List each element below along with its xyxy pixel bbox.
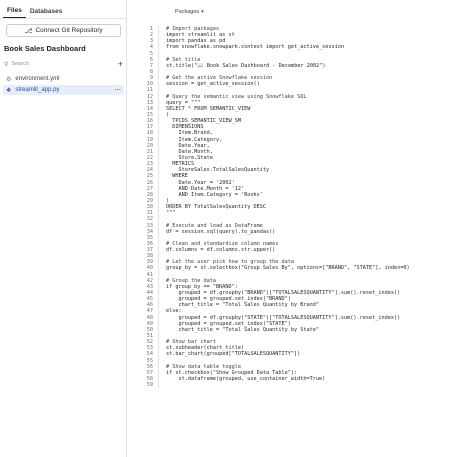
file-icon: ⚙ bbox=[6, 76, 12, 83]
file-search[interactable]: ⚲ Search + bbox=[4, 59, 123, 69]
search-input[interactable]: Search bbox=[11, 61, 117, 67]
project-title: Book Sales Dashboard bbox=[4, 44, 86, 53]
code-line[interactable] bbox=[166, 382, 470, 388]
tab-files[interactable]: Files bbox=[3, 7, 26, 18]
more-options-icon[interactable]: ⋯ bbox=[114, 86, 121, 94]
add-file-icon[interactable]: + bbox=[118, 59, 123, 69]
chevron-down-icon: ▾ bbox=[201, 9, 204, 15]
connect-git-label: Connect Git Repository bbox=[35, 27, 103, 34]
code-area[interactable]: # Import packages import streamlit as st i… bbox=[158, 26, 470, 389]
file-name: environment.yml bbox=[15, 76, 60, 82]
file-item-streamlit-app[interactable]: ❖ streamlit_app.py ⋯ bbox=[3, 85, 124, 95]
python-file-icon: ❖ bbox=[6, 87, 12, 94]
app-window: Files Databases ⎇ Connect Git Repository… bbox=[0, 0, 474, 457]
sidebar-tabs: Files Databases bbox=[0, 0, 126, 19]
file-item-environment[interactable]: ⚙ environment.yml bbox=[3, 74, 124, 84]
tab-databases[interactable]: Databases bbox=[26, 8, 67, 18]
file-name: streamlit_app.py bbox=[15, 87, 60, 93]
search-icon: ⚲ bbox=[4, 61, 9, 68]
code-editor[interactable]: 1 2 3 4 5 6 7 8 9 10 11 12 13 14 15 16 17 18 19 20 21 22 23 24 2… bbox=[134, 26, 472, 454]
line-number: 59 bbox=[146, 382, 153, 389]
packages-dropdown[interactable]: Packages ▾ bbox=[175, 9, 204, 15]
packages-label: Packages bbox=[175, 9, 200, 15]
sidebar: Files Databases ⎇ Connect Git Repository… bbox=[0, 0, 127, 457]
line-number-gutter: 1 2 3 4 5 6 7 8 9 10 11 12 13 14 15 16 17 18 19 20 21 22 23 24 2… bbox=[134, 26, 153, 388]
git-icon: ⎇ bbox=[24, 27, 33, 35]
connect-git-repository-button[interactable]: ⎇ Connect Git Repository bbox=[6, 24, 121, 37]
